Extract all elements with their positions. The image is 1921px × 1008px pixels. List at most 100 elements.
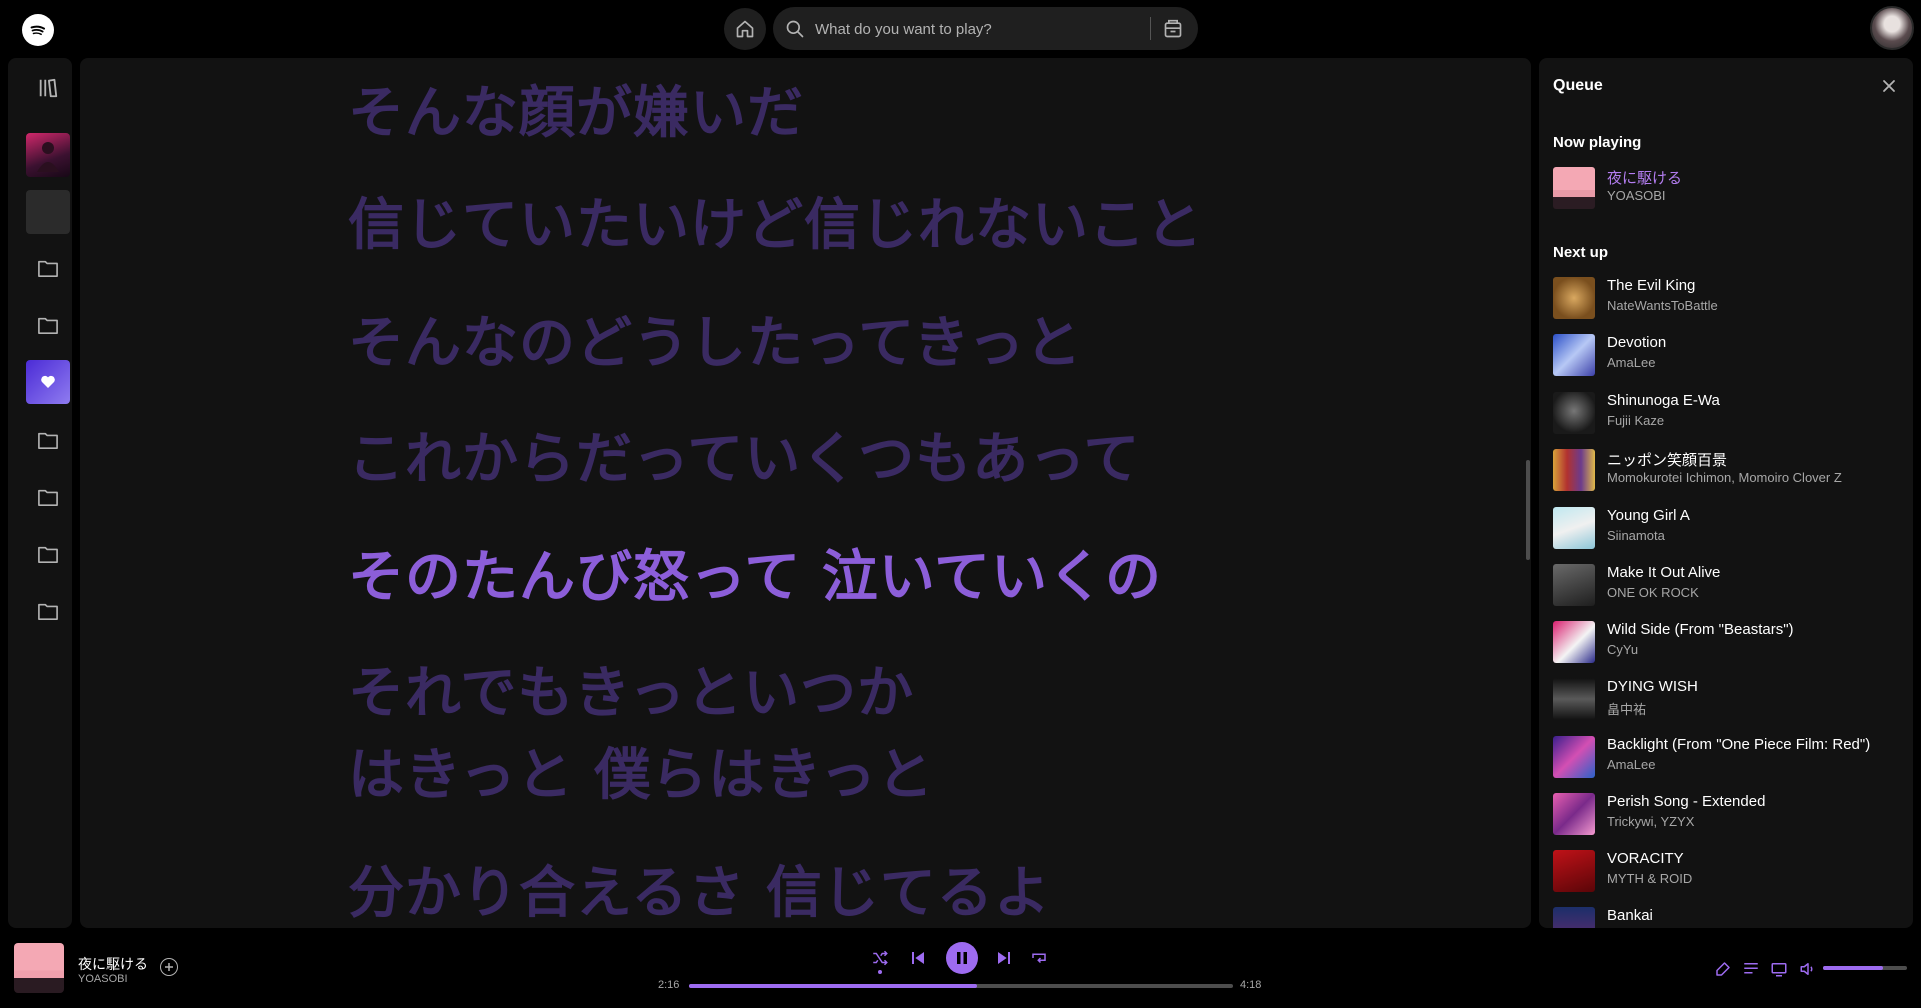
queue-item[interactable]: DYING WISH 畠中祐	[1553, 676, 1903, 722]
sidebar-folder-3[interactable]	[26, 418, 70, 462]
queue-item[interactable]: Shinunoga E-Wa Fujii Kaze	[1553, 390, 1903, 436]
home-button[interactable]	[724, 8, 766, 50]
lyric-line[interactable]: これからだっていくつもあって	[348, 414, 1140, 495]
sidebar-folder-1[interactable]	[26, 246, 70, 290]
lyric-line[interactable]: 分かり合えるさ 信じてるよ	[348, 848, 1051, 928]
track-title[interactable]: Make It Out Alive	[1607, 564, 1720, 581]
elapsed-time: 2:16	[658, 979, 680, 991]
track-title[interactable]: ニッポン笑顔百景	[1607, 449, 1727, 470]
total-time: 4:18	[1240, 979, 1262, 991]
search-input[interactable]	[813, 7, 1117, 52]
queue-button[interactable]	[1740, 958, 1762, 980]
close-queue-button[interactable]	[1879, 76, 1899, 96]
queue-now-playing-item[interactable]: 夜に駆ける YOASOBI	[1553, 165, 1903, 211]
spotify-logo[interactable]	[22, 14, 54, 46]
queue-item[interactable]: Perish Song - Extended Trickywi, YZYX	[1553, 791, 1903, 837]
lyric-line-active[interactable]: そのたんび怒って 泣いていくの	[348, 532, 1162, 613]
album-art	[1553, 449, 1595, 491]
track-artist[interactable]: 畠中祐	[1607, 699, 1646, 718]
album-art	[1553, 392, 1595, 434]
sidebar-liked-songs[interactable]	[26, 360, 70, 404]
lyric-line[interactable]: そんな顔が嫌いだ	[348, 68, 804, 149]
mute-button[interactable]	[1797, 958, 1819, 980]
your-library-button[interactable]	[26, 66, 70, 110]
queue-item[interactable]: Young Girl A Siinamota	[1553, 505, 1903, 551]
now-playing-album-art[interactable]	[14, 943, 64, 993]
sidebar-folder-2[interactable]	[26, 303, 70, 347]
search-divider	[1150, 17, 1151, 40]
repeat-icon	[1032, 953, 1046, 964]
connect-device-button[interactable]	[1768, 958, 1790, 980]
lyrics-scrollbar[interactable]	[1526, 460, 1530, 560]
track-title[interactable]: Wild Side (From "Beastars")	[1607, 621, 1794, 638]
add-to-library-button[interactable]	[160, 958, 178, 976]
queue-item[interactable]: The Evil King NateWantsToBattle	[1553, 275, 1903, 321]
spotify-icon	[30, 25, 46, 36]
lyric-line[interactable]: 信じていたいけど信じれないこと	[348, 180, 1203, 261]
search-bar[interactable]	[773, 7, 1198, 52]
lyrics-button[interactable]	[1712, 958, 1734, 980]
queue-panel: Queue Now playing 夜に駆ける YOASOBI Next up …	[1539, 58, 1913, 928]
shuffle-icon	[873, 950, 888, 966]
track-artist[interactable]: YOASOBI	[1607, 188, 1666, 203]
queue-item[interactable]: VORACITY MYTH & ROID	[1553, 848, 1903, 894]
previous-button[interactable]	[906, 946, 930, 970]
volume-slider[interactable]	[1823, 966, 1907, 970]
next-button[interactable]	[992, 946, 1016, 970]
repeat-button[interactable]	[1027, 946, 1051, 970]
lyric-line[interactable]: はきっと 僕らはきっと	[348, 730, 934, 811]
track-title[interactable]: Shinunoga E-Wa	[1607, 392, 1720, 409]
track-artist[interactable]: ONE OK ROCK	[1607, 585, 1699, 600]
progress-fill	[689, 984, 978, 988]
user-avatar[interactable]	[1870, 6, 1914, 50]
track-artist[interactable]: AmaLee	[1607, 355, 1655, 370]
track-title[interactable]: Perish Song - Extended	[1607, 793, 1765, 810]
device-icon	[1771, 963, 1787, 977]
track-artist[interactable]: Siinamota	[1607, 528, 1665, 543]
track-title[interactable]: DYING WISH	[1607, 678, 1698, 695]
sidebar-playlist-1[interactable]	[26, 133, 70, 177]
now-playing-title[interactable]: 夜に駆ける	[78, 954, 148, 974]
track-artist[interactable]: Momokurotei Ichimon, Momoiro Clover Z	[1607, 470, 1842, 485]
track-title[interactable]: VORACITY	[1607, 850, 1684, 867]
queue-item[interactable]: Make It Out Alive ONE OK ROCK	[1553, 562, 1903, 608]
lyric-line[interactable]: そんなのどうしたってきっと	[348, 298, 1082, 379]
album-art	[1553, 736, 1595, 778]
queue-item[interactable]: ニッポン笑顔百景 Momokurotei Ichimon, Momoiro Cl…	[1553, 447, 1903, 493]
lyric-line[interactable]: それでもきっといつか	[348, 648, 914, 729]
track-title[interactable]: Bankai	[1607, 907, 1653, 924]
track-artist[interactable]: NateWantsToBattle	[1607, 298, 1718, 313]
album-art	[1553, 793, 1595, 835]
shuffle-button[interactable]	[868, 946, 892, 974]
track-title[interactable]: Backlight (From "One Piece Film: Red")	[1607, 736, 1870, 753]
album-art	[1553, 507, 1595, 549]
sidebar-folder-5[interactable]	[26, 532, 70, 576]
track-artist[interactable]: CyYu	[1607, 642, 1638, 657]
queue-item[interactable]: Bankai	[1553, 905, 1903, 928]
sidebar-folder-6[interactable]	[26, 589, 70, 633]
track-title[interactable]: 夜に駆ける	[1607, 167, 1682, 188]
sidebar-playlist-2[interactable]	[26, 190, 70, 234]
album-art	[1553, 277, 1595, 319]
pause-button[interactable]	[946, 942, 978, 974]
track-artist[interactable]: MYTH & ROID	[1607, 871, 1692, 886]
folder-icon	[38, 489, 58, 506]
playback-progress-bar[interactable]	[689, 984, 1233, 988]
folder-icon	[38, 603, 58, 620]
track-artist[interactable]: Trickywi, YZYX	[1607, 814, 1694, 829]
track-title[interactable]: The Evil King	[1607, 277, 1695, 294]
library-icon	[39, 78, 58, 98]
track-title[interactable]: Devotion	[1607, 334, 1666, 351]
playlist-cover-icon	[37, 142, 59, 172]
track-title[interactable]: Young Girl A	[1607, 507, 1690, 524]
queue-item[interactable]: Devotion AmaLee	[1553, 332, 1903, 378]
queue-item[interactable]: Wild Side (From "Beastars") CyYu	[1553, 619, 1903, 665]
sidebar-folder-4[interactable]	[26, 475, 70, 519]
now-playing-artist[interactable]: YOASOBI	[78, 973, 128, 985]
track-artist[interactable]: AmaLee	[1607, 757, 1655, 772]
volume-fill	[1823, 966, 1884, 970]
queue-item[interactable]: Backlight (From "One Piece Film: Red") A…	[1553, 734, 1903, 780]
track-artist[interactable]: Fujii Kaze	[1607, 413, 1664, 428]
microphone-icon	[1716, 962, 1730, 976]
browse-icon[interactable]	[1163, 19, 1183, 39]
